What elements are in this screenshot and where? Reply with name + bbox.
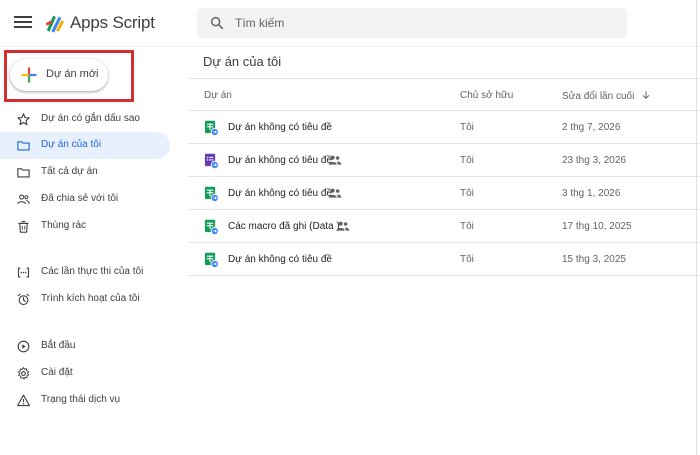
table-row[interactable]: Dự án không có tiêu đề Tôi 15 thg 3, 202… [188, 243, 700, 276]
executions-icon [17, 267, 30, 278]
apps-script-logo[interactable] [44, 12, 66, 34]
gear-icon [17, 367, 30, 380]
people-icon [17, 194, 30, 205]
sheets-script-icon [204, 120, 219, 136]
folder-outline-icon [17, 168, 30, 178]
sidebar-item-label: Các lần thực thi của tôi [41, 266, 144, 277]
sidebar-item-label: Bắt đầu [41, 340, 76, 351]
project-owner: Tôi [460, 122, 474, 133]
shared-people-icon [328, 155, 342, 165]
project-name: Các macro đã ghi (Data ) [228, 221, 340, 232]
project-owner: Tôi [460, 221, 474, 232]
sidebar-item-service-status[interactable]: Trạng thái dịch vụ [0, 387, 170, 414]
folder-icon [17, 141, 30, 151]
window-edge [696, 0, 697, 455]
top-bar: Apps Script [0, 0, 700, 46]
sidebar-item-label: Tất cả dự án [41, 166, 98, 177]
sidebar-item-executions[interactable]: Các lần thực thi của tôi [0, 259, 170, 286]
project-modified-date: 15 thg 3, 2025 [562, 254, 626, 265]
sidebar-item-label: Cài đặt [41, 367, 73, 378]
play-circle-icon [17, 340, 30, 353]
sidebar-item-label: Thùng rác [41, 220, 87, 231]
sidebar-item-my-projects[interactable]: Dự án của tôi [0, 132, 170, 159]
sidebar-item-trash[interactable]: Thùng rác [0, 213, 170, 240]
new-project-label: Dự án mới [46, 68, 99, 80]
trash-icon [18, 220, 29, 233]
project-modified-date: 17 thg 10, 2025 [562, 221, 632, 232]
shared-people-icon [336, 221, 350, 231]
sort-arrow-down-icon[interactable] [641, 90, 651, 100]
project-name: Dự án không có tiêu đề [228, 122, 332, 133]
colorful-plus-icon [21, 67, 37, 83]
top-divider [0, 46, 700, 47]
table-row[interactable]: Dự án không có tiêu đề Tôi 3 thg 1, 2026 [188, 177, 700, 210]
sheets-script-icon [204, 219, 219, 235]
search-input[interactable] [235, 8, 615, 38]
sidebar-item-triggers[interactable]: Trình kích hoạt của tôi [0, 286, 170, 313]
new-project-button[interactable]: Dự án mới [10, 59, 108, 91]
table-row[interactable]: Dự án không có tiêu đề Tôi 23 thg 3, 202… [188, 144, 700, 177]
sidebar-item-label: Trình kích hoạt của tôi [41, 293, 140, 304]
shared-people-icon [328, 188, 342, 198]
sidebar-item-settings[interactable]: Cài đặt [0, 360, 170, 387]
column-header-modified[interactable]: Sửa đổi lần cuối [562, 90, 651, 102]
sheets-script-icon [204, 186, 219, 202]
project-modified-date: 23 thg 3, 2026 [562, 155, 626, 166]
forms-script-icon [204, 153, 219, 169]
project-owner: Tôi [460, 155, 474, 166]
alarm-icon [17, 293, 30, 306]
sidebar-item-all-projects[interactable]: Tất cả dự án [0, 159, 170, 186]
table-row[interactable]: Các macro đã ghi (Data ) Tôi 17 thg 10, … [188, 210, 700, 243]
sidebar-item-label: Dự án có gắn dấu sao [41, 113, 140, 124]
column-header-modified-label: Sửa đổi lần cuối [562, 91, 635, 102]
project-modified-date: 3 thg 1, 2026 [562, 188, 621, 199]
main-menu-icon[interactable] [14, 14, 32, 32]
table-row[interactable]: Dự án không có tiêu đề Tôi 2 thg 7, 2026 [188, 111, 700, 144]
app-title: Apps Script [70, 13, 155, 32]
project-name: Dự án không có tiêu đề [228, 155, 332, 166]
column-header-owner[interactable]: Chủ sở hữu [460, 90, 513, 101]
star-icon [17, 113, 30, 126]
search-bar[interactable] [197, 8, 627, 38]
column-header-project[interactable]: Dự án [204, 90, 232, 101]
page-title: Dự án của tôi [203, 54, 282, 69]
project-name: Dự án không có tiêu đề [228, 188, 332, 199]
sidebar-item-get-started[interactable]: Bắt đầu [0, 333, 170, 360]
sidebar-item-label: Đã chia sẻ với tôi [41, 193, 119, 204]
sidebar-item-label: Trạng thái dịch vụ [41, 394, 121, 405]
sidebar-item-shared[interactable]: Đã chia sẻ với tôi [0, 186, 170, 213]
project-owner: Tôi [460, 254, 474, 265]
project-name: Dự án không có tiêu đề [228, 254, 332, 265]
warning-icon [17, 394, 30, 407]
sidebar-item-label: Dự án của tôi [41, 139, 102, 150]
project-owner: Tôi [460, 188, 474, 199]
table-header: Dự án Chủ sở hữu Sửa đổi lần cuối [188, 78, 700, 111]
sidebar-item-starred[interactable]: Dự án có gắn dấu sao [0, 106, 170, 133]
sheets-script-icon [204, 252, 219, 268]
project-modified-date: 2 thg 7, 2026 [562, 122, 621, 133]
search-icon [210, 16, 224, 30]
